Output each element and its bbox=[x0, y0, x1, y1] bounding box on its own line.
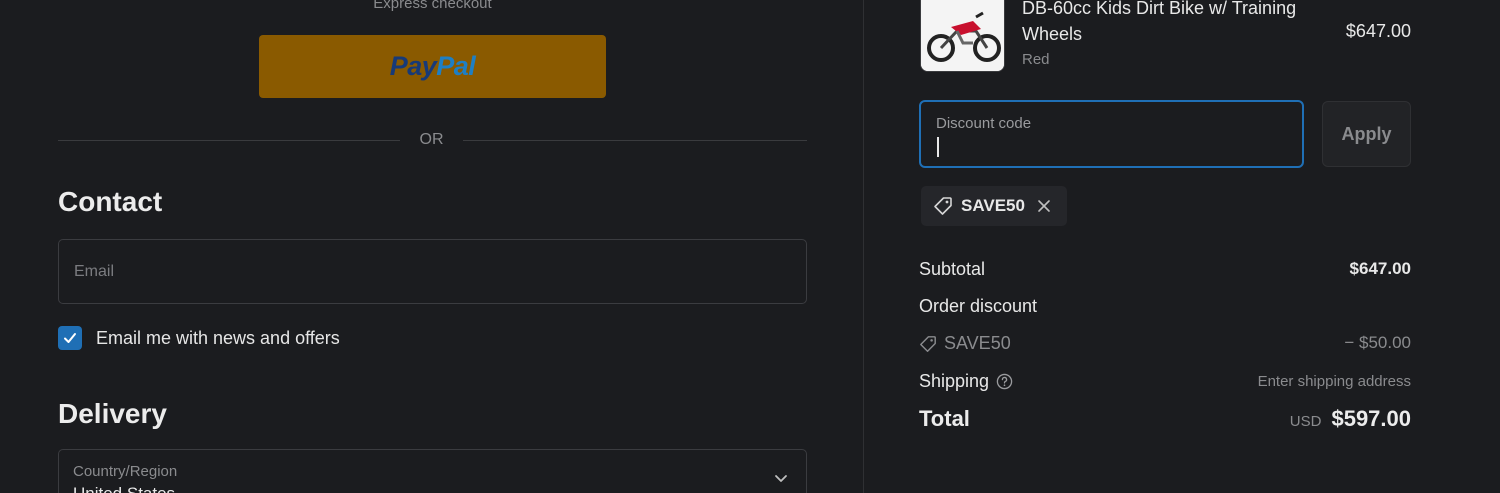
discount-code-summary: SAVE50 bbox=[919, 333, 1011, 354]
product-thumbnail bbox=[920, 0, 1005, 72]
email-field[interactable] bbox=[58, 239, 807, 304]
currency-code: USD bbox=[1289, 413, 1322, 430]
discount-code-summary-text: SAVE50 bbox=[944, 333, 1011, 353]
help-circle-icon[interactable] bbox=[996, 373, 1013, 390]
country-value: United States bbox=[73, 484, 175, 493]
applied-discount-chip: SAVE50 bbox=[921, 186, 1067, 226]
divider-line-left bbox=[58, 140, 400, 141]
tag-icon bbox=[920, 335, 936, 352]
newsletter-option[interactable]: Email me with news and offers bbox=[58, 325, 340, 351]
dirt-bike-image bbox=[921, 0, 1004, 71]
checkout-form-panel: Express checkout PayPal OR Contact Email… bbox=[0, 0, 863, 493]
text-cursor bbox=[937, 137, 939, 157]
country-label: Country/Region bbox=[73, 463, 178, 480]
shipping-row-label: Shipping bbox=[919, 371, 1013, 392]
checkmark-icon bbox=[64, 333, 76, 343]
chevron-down-icon bbox=[775, 475, 787, 482]
newsletter-label: Email me with news and offers bbox=[96, 327, 340, 348]
order-summary-panel: DB-60cc Kids Dirt Bike w/ Training Wheel… bbox=[864, 0, 1500, 493]
applied-code-text: SAVE50 bbox=[961, 196, 1025, 215]
total-label: Total bbox=[919, 406, 970, 431]
paypal-button[interactable]: PayPal bbox=[259, 35, 606, 98]
divider-line-right bbox=[463, 140, 807, 141]
express-checkout-label: Express checkout bbox=[373, 0, 492, 12]
paypal-logo: PayPal bbox=[389, 51, 476, 81]
discount-code-label: Discount code bbox=[936, 115, 1032, 132]
contact-heading: Contact bbox=[58, 186, 163, 217]
email-input[interactable] bbox=[59, 240, 806, 303]
subtotal-label: Subtotal bbox=[919, 259, 986, 279]
or-divider: OR bbox=[58, 130, 807, 150]
close-icon bbox=[1038, 200, 1050, 212]
product-variant: Red bbox=[1022, 51, 1050, 68]
remove-discount-button[interactable] bbox=[1037, 199, 1051, 213]
total-value: $597.00 bbox=[1331, 406, 1411, 431]
country-select[interactable]: Country/Region United States bbox=[58, 449, 807, 493]
product-name: DB-60cc Kids Dirt Bike w/ Training Wheel… bbox=[1022, 0, 1297, 44]
newsletter-checkbox[interactable] bbox=[58, 326, 82, 350]
subtotal-value: $647.00 bbox=[1349, 259, 1411, 278]
or-text: OR bbox=[419, 131, 444, 148]
product-price: $647.00 bbox=[1345, 21, 1411, 41]
shipping-value: Enter shipping address bbox=[1257, 373, 1411, 390]
shipping-label: Shipping bbox=[919, 371, 990, 391]
discount-value: − $50.00 bbox=[1344, 333, 1411, 352]
tag-icon bbox=[934, 197, 952, 215]
delivery-heading: Delivery bbox=[58, 398, 167, 429]
total-amount: USD $597.00 bbox=[1290, 406, 1411, 432]
discount-code-field[interactable]: Discount code bbox=[919, 100, 1304, 168]
apply-button[interactable]: Apply bbox=[1322, 101, 1411, 167]
order-discount-label: Order discount bbox=[919, 296, 1038, 316]
